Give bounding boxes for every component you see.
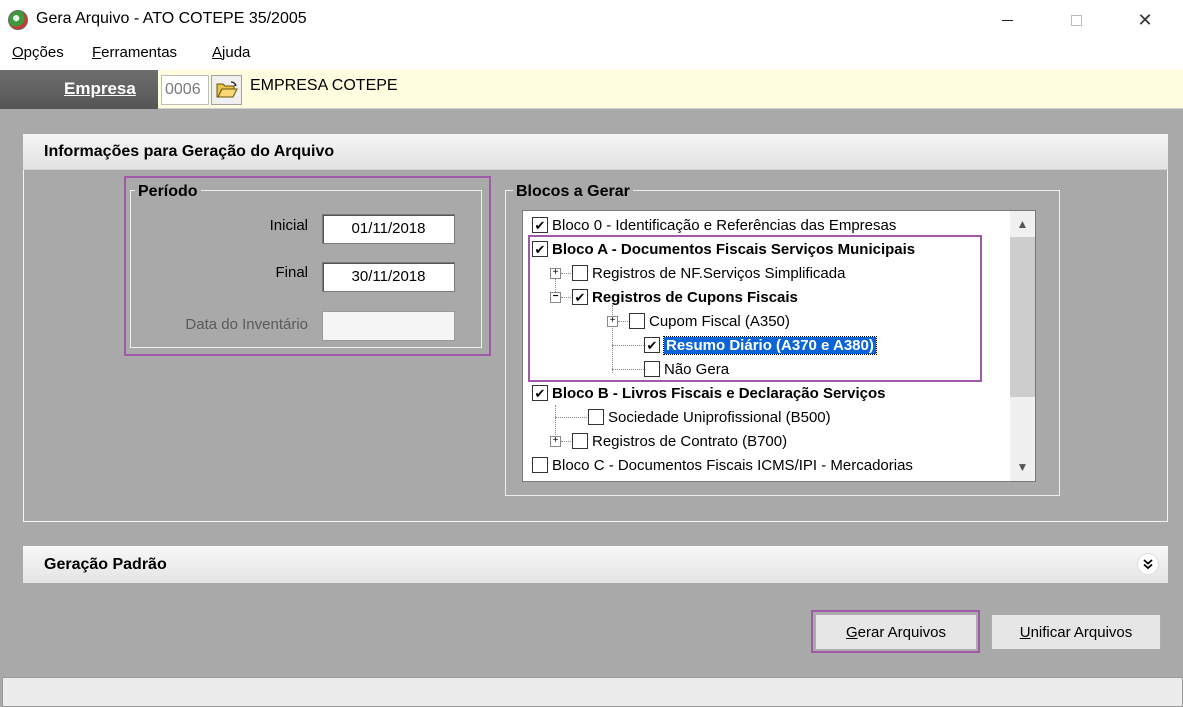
checkbox[interactable] [532, 457, 548, 473]
final-label: Final [275, 264, 308, 281]
checkbox[interactable] [588, 409, 604, 425]
geracao-padrao-title: Geração Padrão [44, 556, 167, 573]
empresa-name: EMPRESA COTEPE [250, 77, 398, 94]
close-icon: ✕ [1137, 9, 1153, 30]
empresa-lookup-button[interactable] [211, 75, 242, 105]
tree-item-bloco-c[interactable]: Bloco C - Documentos Fiscais ICMS/IPI - … [532, 453, 913, 477]
inicial-date-input[interactable]: 01/11/2018 [322, 214, 455, 244]
menu-ferramentas[interactable]: Ferramentas [92, 44, 177, 61]
minimize-button[interactable] [984, 0, 1030, 40]
scroll-up-icon[interactable]: ▲ [1010, 213, 1035, 235]
menu-opcoes[interactable]: Oerramentaspções [12, 44, 64, 61]
close-button[interactable]: ✕ [1122, 0, 1168, 40]
empresa-label: Empresa [64, 79, 136, 98]
open-folder-icon [216, 81, 238, 98]
inventario-label: Data do Inventário [185, 316, 308, 333]
menu-ajuda-label: juda [222, 44, 251, 61]
maximize-icon [1070, 14, 1082, 26]
checkbox[interactable] [572, 433, 588, 449]
menu-opcoes-label: pções [23, 44, 64, 61]
checkbox-checked[interactable]: ✔ [532, 385, 548, 401]
menu-ajuda[interactable]: Ajuda [212, 44, 250, 61]
tree-line [555, 417, 587, 418]
empresa-code-input[interactable]: 0006 [161, 75, 209, 105]
inicial-label: Inicial [269, 217, 308, 234]
window-title: Gera Arquivo - ATO COTEPE 35/2005 [36, 10, 307, 27]
tree-item-bloco-0[interactable]: ✔ Bloco 0 - Identificação e Referências d… [532, 213, 896, 237]
unificar-arquivos-button[interactable]: Unificar Arquivos [991, 614, 1161, 650]
menu-ferramentas-label: erramentas [101, 44, 178, 61]
expand-section-icon [1143, 559, 1153, 570]
bloco-a-highlight [528, 235, 982, 382]
maximize-button[interactable] [1053, 0, 1099, 40]
status-bar [2, 677, 1183, 707]
periodo-title: Período [135, 183, 201, 201]
expand-icon[interactable]: + [550, 435, 561, 447]
inventario-date-input[interactable] [322, 311, 455, 341]
empresa-bar: Empresa 0006 EMPRESA COTEPE [0, 70, 1183, 109]
app-icon [8, 10, 28, 30]
final-date-input[interactable]: 30/11/2018 [322, 262, 455, 292]
tree-item-sociedade[interactable]: Sociedade Uniprofissional (B500) [588, 405, 831, 429]
scroll-thumb[interactable] [1010, 237, 1035, 397]
minimize-icon [1001, 19, 1013, 21]
checkbox-checked[interactable]: ✔ [532, 217, 548, 233]
tree-item-registros-contrato[interactable]: + Registros de Contrato (B700) [550, 429, 787, 453]
menu-bar [0, 40, 1183, 70]
info-panel-title: Informações para Geração do Arquivo [44, 143, 335, 160]
scroll-down-icon[interactable]: ▼ [1010, 456, 1035, 478]
chevron-double-down-icon[interactable] [1137, 553, 1159, 575]
geracao-padrao-header[interactable] [23, 546, 1168, 583]
gerar-button-highlight [811, 610, 980, 653]
blocos-title: Blocos a Gerar [513, 183, 633, 201]
tree-item-bloco-b[interactable]: ✔ Bloco B - Livros Fiscais e Declaração S… [532, 381, 886, 405]
